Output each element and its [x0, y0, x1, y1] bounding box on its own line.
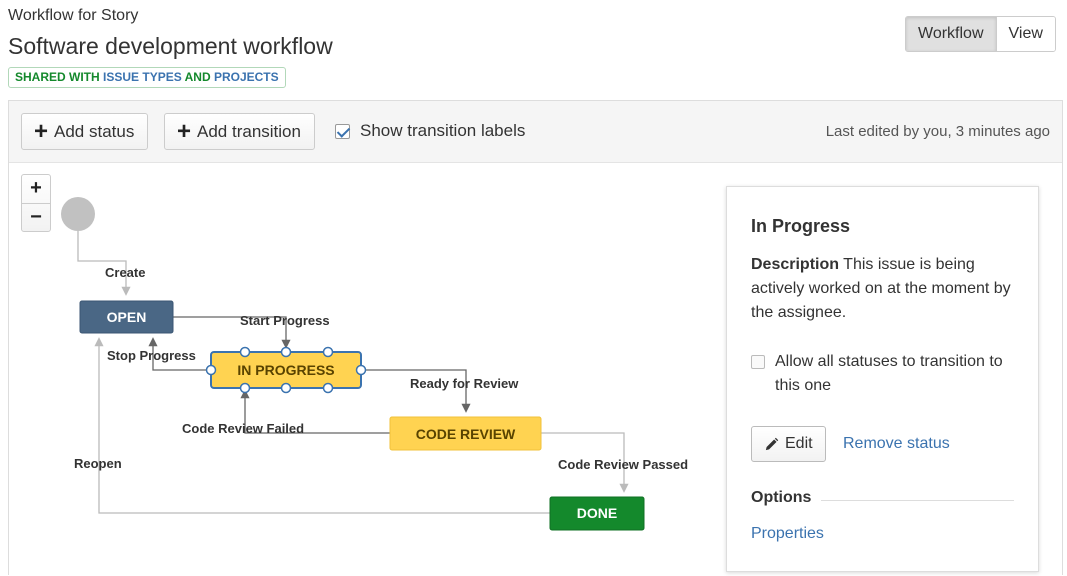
start-node[interactable]	[61, 197, 95, 231]
add-transition-label: Add transition	[197, 122, 301, 141]
designer-toolbar: + Add status + Add transition Show trans…	[9, 101, 1062, 163]
edit-label: Edit	[785, 435, 813, 452]
show-transition-labels-checkbox[interactable]	[335, 123, 350, 139]
pencil-icon	[765, 437, 779, 450]
status-in-progress-label: IN PROGRESS	[237, 362, 334, 378]
options-divider	[821, 500, 1014, 501]
edit-status-button[interactable]: Edit	[751, 426, 826, 462]
options-heading: Options	[751, 489, 812, 506]
status-code-review-label: CODE REVIEW	[416, 426, 516, 442]
transition-code-review-failed-label[interactable]: Code Review Failed	[182, 421, 304, 436]
status-open-label: OPEN	[107, 309, 147, 325]
remove-status-link[interactable]: Remove status	[843, 435, 950, 453]
allow-all-statuses-option[interactable]: Allow all statuses to transition to this…	[751, 350, 1031, 398]
show-transition-labels-label: Show transition labels	[360, 121, 526, 140]
badge-link-projects[interactable]: PROJECTS	[214, 70, 279, 84]
diagram-canvas[interactable]: Create Start Progress Stop Progress Read…	[9, 163, 1062, 576]
add-transition-button[interactable]: + Add transition	[164, 113, 315, 150]
zoom-in-button[interactable]: +	[22, 175, 50, 203]
view-toggle: Workflow View	[905, 16, 1056, 52]
status-description: Description This issue is being actively…	[751, 253, 1023, 325]
show-transition-labels-toggle[interactable]: Show transition labels	[335, 121, 525, 141]
zoom-out-button[interactable]: −	[22, 203, 50, 231]
selected-status-title: In Progress	[751, 216, 851, 236]
page-title: Software development workflow	[8, 33, 333, 59]
badge-text-and: AND	[184, 70, 211, 84]
allow-all-statuses-checkbox[interactable]	[751, 355, 765, 369]
transition-stop-progress-label[interactable]: Stop Progress	[107, 348, 196, 363]
status-properties-panel: In Progress Description This issue is be…	[726, 186, 1039, 572]
status-done-label: DONE	[577, 505, 617, 521]
add-status-label: Add status	[54, 122, 135, 141]
transition-reopen-label[interactable]: Reopen	[74, 456, 122, 471]
badge-text-shared: SHARED WITH	[15, 70, 100, 84]
view-mode-button[interactable]: View	[995, 17, 1055, 51]
last-edited-text: Last edited by you, 3 minutes ago	[825, 123, 1050, 140]
transition-create-line[interactable]	[77, 231, 131, 296]
transition-ready-for-review-label[interactable]: Ready for Review	[410, 376, 519, 391]
workflow-subtitle: Workflow for Story	[8, 7, 139, 24]
workflow-designer: + Add status + Add transition Show trans…	[8, 100, 1063, 576]
plus-icon: +	[177, 117, 192, 145]
description-label: Description	[751, 256, 840, 273]
add-status-button[interactable]: + Add status	[21, 113, 149, 150]
transition-create-label[interactable]: Create	[105, 265, 145, 280]
plus-icon: +	[34, 117, 49, 145]
transition-start-progress-label[interactable]: Start Progress	[240, 313, 330, 328]
zoom-controls: + −	[21, 174, 51, 232]
shared-badge[interactable]: SHARED WITH ISSUE TYPES AND PROJECTS	[8, 67, 286, 88]
workflow-mode-button[interactable]: Workflow	[906, 17, 996, 51]
transition-code-review-passed-label[interactable]: Code Review Passed	[558, 457, 688, 472]
badge-link-issue-types[interactable]: ISSUE TYPES	[103, 70, 182, 84]
allow-all-statuses-label: Allow all statuses to transition to this…	[775, 353, 1003, 394]
properties-link[interactable]: Properties	[751, 525, 824, 543]
